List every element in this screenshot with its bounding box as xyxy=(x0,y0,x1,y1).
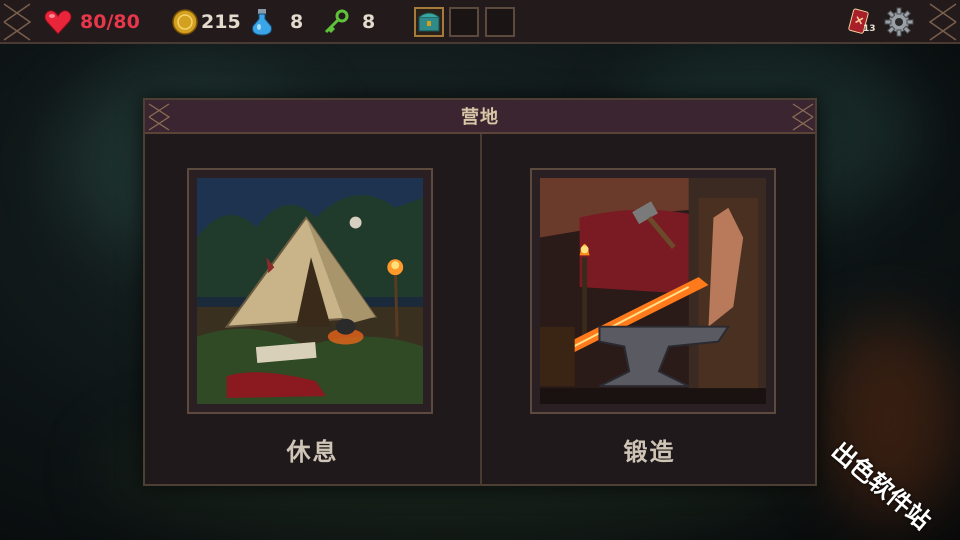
corner-ornament xyxy=(3,3,32,41)
key-count: 8 xyxy=(362,11,376,33)
rest-option-label: 休息 xyxy=(286,438,339,466)
corner-ornament xyxy=(928,3,957,41)
corner-ornament xyxy=(791,103,814,131)
potion-display: 8 xyxy=(248,8,303,36)
rest-option[interactable]: 休息 xyxy=(145,134,480,486)
hp-value: 80/80 xyxy=(80,11,140,33)
gear-icon xyxy=(884,7,914,37)
top-hud-bar: 80/80 215 8 8 13 xyxy=(0,0,960,44)
gold-display: 215 xyxy=(171,8,241,36)
potion-count: 8 xyxy=(290,11,304,33)
inventory-slot-1[interactable] xyxy=(414,7,444,37)
dialog-title: 营地 xyxy=(461,107,499,128)
gold-value: 215 xyxy=(201,11,241,33)
forge-option[interactable]: 锻造 xyxy=(482,134,817,486)
blacksmith-anvil-image xyxy=(540,178,766,404)
camp-tent-image xyxy=(197,178,423,404)
coin-icon xyxy=(171,8,199,36)
potion-icon xyxy=(248,8,276,36)
key-icon xyxy=(322,8,350,36)
deck-count: 13 xyxy=(863,24,876,34)
hp-display: 80/80 xyxy=(44,8,140,36)
inventory-slot-2[interactable] xyxy=(449,7,479,37)
key-display: 8 xyxy=(322,8,375,36)
heart-icon xyxy=(44,8,72,36)
rest-option-frame[interactable] xyxy=(187,168,433,414)
inventory-slot-3[interactable] xyxy=(485,7,515,37)
forge-option-frame[interactable] xyxy=(530,168,776,414)
treasure-chest-icon xyxy=(418,12,440,32)
forge-option-label: 锻造 xyxy=(623,438,676,466)
settings-button[interactable] xyxy=(884,7,914,37)
dialog-header: 营地 xyxy=(145,100,815,134)
camp-dialog: 营地 休息 锻造 xyxy=(143,98,817,486)
corner-ornament xyxy=(148,103,171,131)
